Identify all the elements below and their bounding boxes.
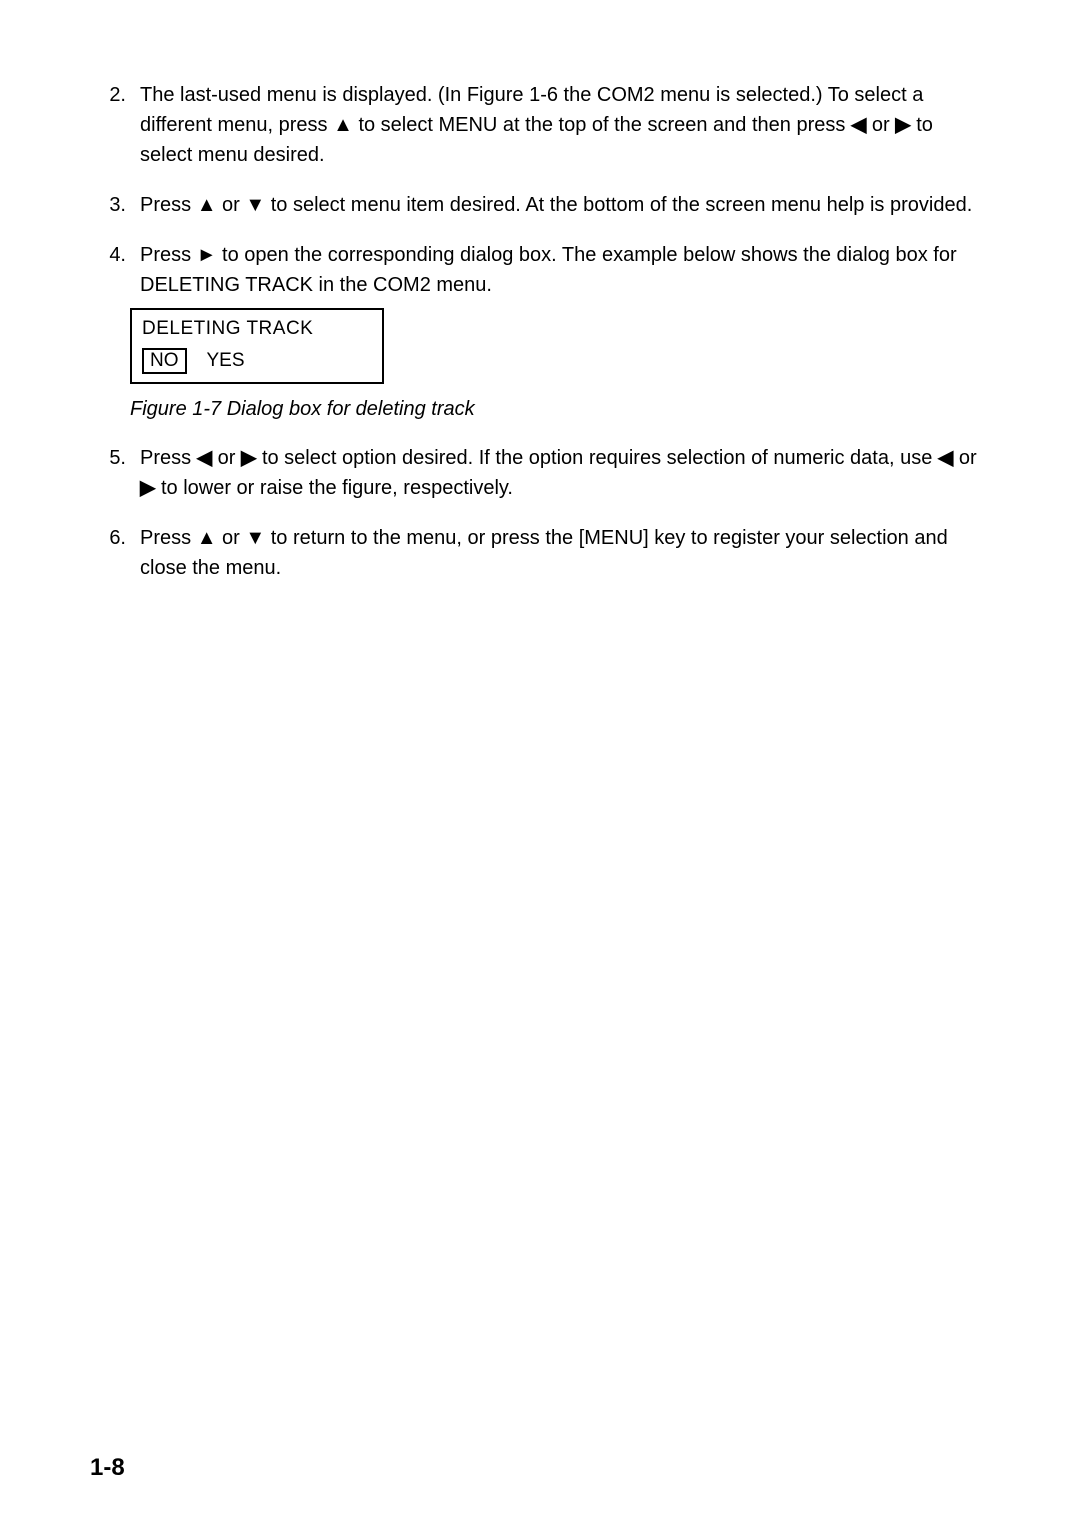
text: or — [222, 527, 245, 549]
right-arrow-icon: ▶ — [895, 110, 910, 140]
list-text: The last-used menu is displayed. (In Fig… — [140, 80, 990, 170]
text: or — [959, 447, 977, 469]
left-arrow-icon: ◀ — [938, 443, 953, 473]
list-number: 4. — [90, 240, 140, 300]
text: to select option desired. If the option … — [262, 447, 938, 469]
figure-caption: Figure 1-7 Dialog box for deleting track — [130, 398, 990, 421]
list-item-6: 6. Press ▲ or ▼ to return to the menu, o… — [90, 523, 990, 583]
text: or — [218, 447, 241, 469]
list-item-4: 4. Press ► to open the corresponding dia… — [90, 240, 990, 300]
dialog-box: DELETING TRACK NO YES — [130, 308, 384, 384]
list-text: Press ▲ or ▼ to return to the menu, or p… — [140, 523, 990, 583]
text: Press — [140, 527, 197, 549]
right-arrow-icon: ▶ — [241, 443, 256, 473]
list-item-2: 2. The last-used menu is displayed. (In … — [90, 80, 990, 170]
right-arrow-icon: ► — [197, 240, 217, 270]
up-arrow-icon: ▲ — [197, 523, 217, 553]
text: Press — [140, 194, 197, 216]
text: Press — [140, 244, 197, 266]
down-arrow-icon: ▼ — [245, 190, 265, 220]
dialog-title: DELETING TRACK — [142, 318, 372, 340]
up-arrow-icon: ▲ — [197, 190, 217, 220]
list-text: Press ▲ or ▼ to select menu item desired… — [140, 190, 990, 220]
list-text: Press ► to open the corresponding dialog… — [140, 240, 990, 300]
text: to select MENU at the top of the screen … — [358, 114, 851, 136]
down-arrow-icon: ▼ — [245, 523, 265, 553]
left-arrow-icon: ◀ — [197, 443, 212, 473]
page: 2. The last-used menu is displayed. (In … — [0, 0, 1080, 1528]
list-number: 5. — [90, 443, 140, 503]
text: or — [222, 194, 245, 216]
text: to lower or raise the figure, respective… — [161, 477, 513, 499]
list-number: 3. — [90, 190, 140, 220]
list-number: 6. — [90, 523, 140, 583]
text: Press — [140, 447, 197, 469]
right-arrow-icon: ▶ — [140, 473, 155, 503]
list-item-5: 5. Press ◀ or ▶ to select option desired… — [90, 443, 990, 503]
text: to open the corresponding dialog box. Th… — [140, 244, 957, 296]
up-arrow-icon: ▲ — [333, 110, 353, 140]
dialog-options: NO YES — [142, 348, 372, 374]
left-arrow-icon: ◀ — [851, 110, 866, 140]
list-number: 2. — [90, 80, 140, 170]
dialog-option-yes[interactable]: YES — [203, 350, 249, 372]
list-text: Press ◀ or ▶ to select option desired. I… — [140, 443, 990, 503]
page-number: 1-8 — [90, 1454, 125, 1482]
dialog-option-no[interactable]: NO — [142, 348, 187, 374]
list-item-3: 3. Press ▲ or ▼ to select menu item desi… — [90, 190, 990, 220]
text: to select menu item desired. At the bott… — [271, 194, 973, 216]
text: or — [872, 114, 895, 136]
